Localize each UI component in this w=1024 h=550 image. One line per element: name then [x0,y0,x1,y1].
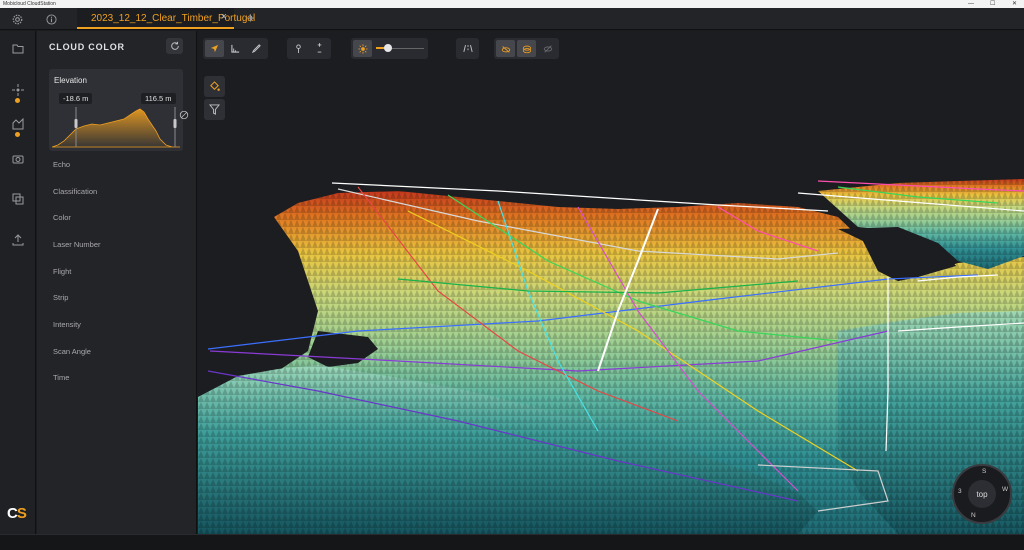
filter-tool-button[interactable] [204,99,225,120]
layers-icon[interactable] [9,190,27,208]
plus-minus-icon [317,43,322,53]
mode-classification[interactable]: Classification [53,187,97,196]
elevation-max-value[interactable]: 116.5 m [141,93,176,104]
point-size-stepper[interactable] [310,40,329,57]
point-pin-button[interactable] [289,40,308,57]
hidden-layer-icon [543,44,552,53]
trajectory-layer-icon [501,45,510,53]
tab-close-icon[interactable]: × [221,11,227,23]
trajectory-toggle-button[interactable] [496,40,515,57]
trajectory-icon[interactable] [9,81,27,99]
mode-intensity[interactable]: Intensity [53,320,81,329]
compass-south-label: S [982,468,987,475]
reset-button[interactable] [166,38,183,54]
orientation-compass[interactable]: S W N 3 top [952,464,1012,524]
pick-tool-button[interactable] [247,40,266,57]
tab-label: 2023_12_12_Clear_Timber_Portugal [91,13,256,24]
select-tool-button[interactable] [205,40,224,57]
mode-laser-number[interactable]: Laser Number [53,240,101,249]
pipette-icon [252,44,261,53]
color-tool-button[interactable] [204,76,225,97]
elevation-label: Elevation [54,76,87,85]
point-size-group [287,38,331,59]
max-handle-grip [173,119,177,128]
min-handle-grip [74,119,78,128]
view-group [456,38,479,59]
elevation-card[interactable]: Elevation -18.6 m 116.5 m [49,69,189,151]
cloud-color-panel: CLOUD COLOR Elevation -18.6 m 116.5 m Ec… [37,31,197,534]
compass-north-label: N [971,512,976,519]
brightness-slider[interactable] [374,40,426,57]
left-rail: CS [0,31,36,534]
processing-icon[interactable] [9,115,27,133]
mode-scan-angle[interactable]: Scan Angle [53,347,91,356]
navigation-tool-group [203,38,268,59]
elevation-histogram [52,107,180,148]
compass-east-label: 3 [958,488,962,495]
mode-color[interactable]: Color [53,213,71,222]
close-window-button[interactable]: ✕ [1012,0,1017,8]
mode-time[interactable]: Time [53,373,69,382]
app-logo: CS [7,505,27,522]
compass-top-button[interactable]: top [968,480,996,508]
add-tab-button[interactable]: + [246,10,255,27]
mode-strip[interactable]: Strip [53,293,68,302]
processing-status-dot [15,132,20,137]
minimize-button[interactable]: — [968,0,974,8]
cloud-toggle-button[interactable] [517,40,536,57]
trajectory-status-dot [15,98,20,103]
road-view-button[interactable] [458,40,477,57]
info-icon[interactable] [42,11,60,27]
point-cloud-scene[interactable] [198,31,1024,534]
cursor-icon [210,44,219,53]
pin-icon [296,44,301,53]
brightness-group [351,38,428,59]
export-icon[interactable] [9,231,27,249]
settings-gear-icon[interactable] [8,11,26,27]
sun-icon [357,43,368,54]
display-group [494,38,559,59]
filter-icon [209,104,220,115]
slider-knob[interactable] [384,44,392,52]
window-title: Mobicloud CloudStation [3,1,56,7]
brightness-button[interactable] [353,40,372,57]
measure-tool-button[interactable] [226,40,245,57]
elevation-min-value[interactable]: -18.6 m [59,93,93,104]
road-icon [462,45,473,52]
ruler-icon [231,44,240,53]
panel-title: CLOUD COLOR [49,42,125,52]
cloud-layer-icon [522,45,531,53]
maximize-button[interactable]: ☐ [990,0,995,8]
camera-icon[interactable] [9,150,27,168]
window-title-bar: Mobicloud CloudStation — ☐ ✕ [0,0,1024,8]
mode-echo[interactable]: Echo [53,160,70,169]
folder-icon[interactable] [9,40,27,58]
mode-flight[interactable]: Flight [53,267,71,276]
compass-west-label: W [1002,486,1009,493]
hide-toggle-button[interactable] [538,40,557,57]
tab-project[interactable]: 2023_12_12_Clear_Timber_Portugal × [77,8,255,29]
point-cloud-viewport[interactable]: S W N 3 top [198,31,1024,534]
refresh-icon [170,41,179,50]
status-bar [0,534,1024,550]
tab-bar: 2023_12_12_Clear_Timber_Portugal × + [0,8,1024,30]
paint-bucket-icon [210,81,220,91]
